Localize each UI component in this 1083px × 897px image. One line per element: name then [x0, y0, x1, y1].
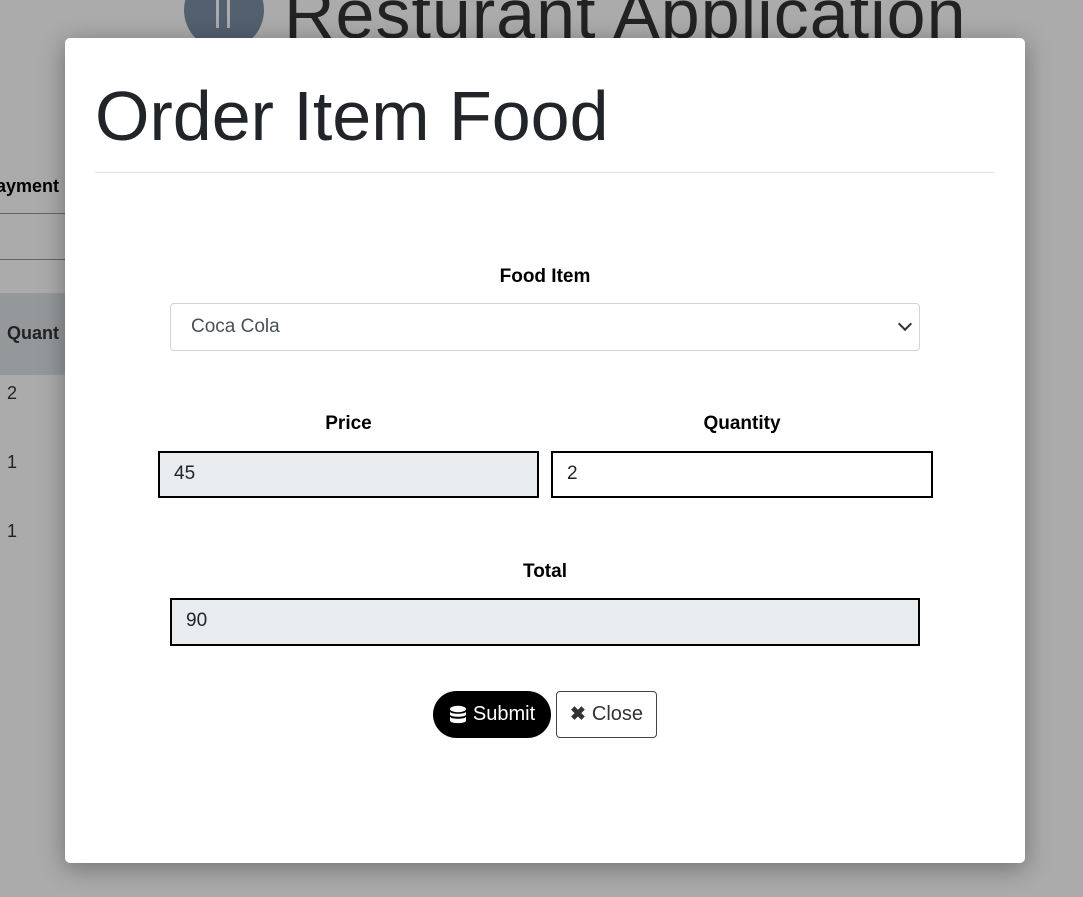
modal-title: Order Item Food	[95, 77, 609, 155]
total-label: Total	[523, 561, 567, 582]
submit-label: Submit	[472, 703, 536, 725]
quantity-label: Quantity	[703, 413, 781, 434]
close-label: Close	[591, 703, 644, 725]
food-item-selected-value: Coca Cola	[191, 316, 280, 337]
price-field[interactable]: 45	[158, 451, 539, 498]
times-icon: ✖	[569, 704, 586, 725]
quantity-field[interactable]: 2	[551, 451, 933, 498]
submit-button[interactable]: Submit	[433, 691, 551, 738]
modal-divider	[95, 172, 995, 173]
price-label: Price	[325, 413, 372, 434]
order-item-modal: Order Item Food Food Item Coca Cola Pric…	[65, 38, 1025, 863]
food-item-select[interactable]: Coca Cola	[170, 303, 920, 351]
chevron-down-icon	[897, 316, 913, 332]
total-field[interactable]: 90	[170, 598, 920, 646]
database-icon	[449, 705, 466, 723]
close-button[interactable]: ✖ Close	[556, 691, 657, 738]
food-item-label: Food Item	[499, 266, 591, 287]
